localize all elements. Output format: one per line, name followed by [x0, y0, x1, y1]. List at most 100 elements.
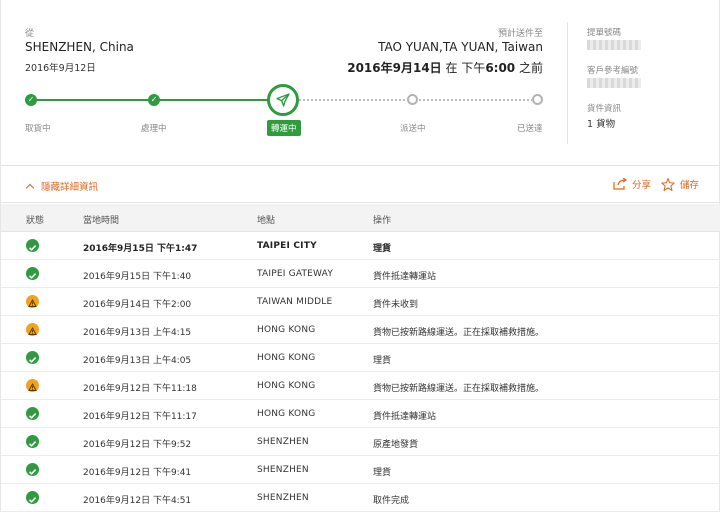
row-location: SHENZHEN — [257, 465, 309, 475]
step-processing-check-icon: ✓ — [148, 94, 160, 106]
origin-city: SHENZHEN, China — [25, 40, 134, 54]
waybill-number-redacted — [587, 40, 641, 50]
share-button[interactable]: 分享 — [613, 177, 651, 191]
step-label-delivery: 派送中 — [400, 124, 426, 134]
origin-date: 2016年9月12日 — [25, 63, 96, 74]
table-row: 2016年9月12日 下午9:52 SHENZHEN 原產地發貨 — [1, 428, 720, 456]
step-label-pickup: 取貨中 — [25, 124, 51, 134]
tracking-history-table: 狀態 當地時間 地點 操作 2016年9月15日 下午1:47 TAIPEI CI… — [1, 204, 720, 512]
step-transit-plane-icon — [267, 84, 299, 116]
warning-icon — [26, 295, 39, 308]
row-action: 貨件未收到 — [373, 300, 419, 310]
row-time: 2016年9月12日 下午9:52 — [83, 440, 192, 450]
row-location: HONG KONG — [257, 353, 316, 363]
row-location: HONG KONG — [257, 381, 316, 391]
table-header: 狀態 當地時間 地點 操作 — [1, 204, 720, 232]
row-action: 理貨 — [373, 468, 392, 478]
save-label: 儲存 — [679, 180, 699, 191]
row-action: 理貨 — [373, 244, 392, 254]
check-circle-icon — [26, 491, 39, 504]
eta-date: 2016年9月14日 — [347, 61, 442, 75]
customer-ref-label: 客戶參考編號 — [587, 66, 639, 76]
row-action: 貨物已按新路線運送。正在採取補救措施。 — [373, 328, 545, 338]
tracking-panel: 從 SHENZHEN, China 2016年9月12日 預計送件至 TAO Y… — [0, 0, 720, 512]
table-row: 2016年9月14日 下午2:00 TAIWAN MIDDLE 貨件未收到 — [1, 288, 720, 316]
header-location: 地點 — [257, 216, 276, 226]
row-action: 貨物已按新路線運送。正在採取補救措施。 — [373, 384, 545, 394]
row-time: 2016年9月14日 下午2:00 — [83, 300, 192, 310]
table-row: 2016年9月15日 下午1:47 TAIPEI CITY 理貨 — [1, 232, 720, 260]
header-time: 當地時間 — [83, 216, 120, 226]
details-toolbar: 隱藏詳細資訊 分享 儲存 — [1, 167, 720, 203]
row-location: TAIPEI GATEWAY — [257, 269, 334, 279]
vertical-divider — [567, 22, 568, 144]
step-pickup-check-icon: ✓ — [25, 94, 37, 106]
row-time: 2016年9月12日 下午9:41 — [83, 468, 192, 478]
eta-time: 6:00 — [485, 61, 516, 75]
step-delivered-pending-icon — [532, 94, 543, 105]
table-row: 2016年9月12日 下午4:51 SHENZHEN 取件完成 — [1, 484, 720, 512]
progress-line-pending — [299, 99, 537, 101]
table-row: 2016年9月13日 上午4:05 HONG KONG 理貨 — [1, 344, 720, 372]
row-action: 取件完成 — [373, 496, 410, 506]
row-location: SHENZHEN — [257, 493, 309, 503]
row-action: 原產地發貨 — [373, 440, 419, 450]
eta-mid: 在 下午 — [441, 61, 486, 75]
check-circle-icon — [26, 463, 39, 476]
check-circle-icon — [26, 407, 39, 420]
shipment-side-info: 提單號碼 客戶參考編號 貨件資訊 1 貨物 — [587, 26, 707, 130]
row-time: 2016年9月13日 上午4:05 — [83, 356, 192, 366]
destination-city: TAO YUAN,TA YUAN, Taiwan — [378, 40, 543, 54]
destination-label: 預計送件至 — [497, 29, 543, 39]
row-action: 貨件抵達轉運站 — [373, 412, 437, 422]
share-icon — [613, 178, 627, 190]
row-time: 2016年9月12日 下午11:17 — [83, 412, 197, 422]
check-circle-icon — [26, 239, 39, 252]
table-row: 2016年9月13日 上午4:15 HONG KONG 貨物已按新路線運送。正在採取… — [1, 316, 720, 344]
customer-ref-redacted — [587, 78, 641, 88]
hide-details-label: 隱藏詳細資訊 — [41, 182, 99, 193]
check-circle-icon — [26, 435, 39, 448]
row-location: TAIWAN MIDDLE — [257, 297, 333, 307]
star-icon — [661, 177, 675, 191]
row-action: 貨件抵達轉運站 — [373, 272, 437, 282]
table-row: 2016年9月12日 下午11:18 HONG KONG 貨物已按新路線運送。正在採… — [1, 372, 720, 400]
row-location: HONG KONG — [257, 409, 316, 419]
row-location: HONG KONG — [257, 325, 316, 335]
waybill-label: 提單號碼 — [587, 28, 622, 38]
shipment-info-value: 1 貨物 — [587, 119, 616, 130]
row-time: 2016年9月12日 下午11:18 — [83, 384, 197, 394]
step-label-delivered: 已送達 — [517, 124, 543, 134]
save-button[interactable]: 儲存 — [661, 177, 699, 191]
warning-icon — [26, 323, 39, 336]
header-action: 操作 — [373, 216, 392, 226]
shipment-summary: 從 SHENZHEN, China 2016年9月12日 預計送件至 TAO Y… — [1, 0, 720, 166]
check-circle-icon — [26, 351, 39, 364]
row-time: 2016年9月13日 上午4:15 — [83, 328, 192, 338]
row-time: 2016年9月15日 下午1:40 — [83, 272, 192, 282]
toolbar-actions: 分享 儲存 — [603, 177, 699, 191]
chevron-up-icon — [25, 183, 35, 192]
step-delivery-pending-icon — [407, 94, 418, 105]
estimated-delivery: 2016年9月14日 在 下午6:00 之前 — [347, 59, 543, 76]
header-status: 狀態 — [26, 216, 45, 226]
row-time: 2016年9月12日 下午4:51 — [83, 496, 192, 506]
step-label-transit: 轉運中 — [267, 120, 301, 136]
hide-details-toggle[interactable]: 隱藏詳細資訊 — [25, 179, 98, 193]
step-label-processing: 處理中 — [141, 124, 167, 134]
row-time: 2016年9月15日 下午1:47 — [83, 244, 198, 254]
table-body: 2016年9月15日 下午1:47 TAIPEI CITY 理貨 2016年9月15日… — [1, 232, 720, 512]
table-row: 2016年9月12日 下午11:17 HONG KONG 貨件抵達轉運站 — [1, 400, 720, 428]
warning-icon — [26, 379, 39, 392]
shipment-info-label: 貨件資訊 — [587, 104, 622, 114]
row-action: 理貨 — [373, 356, 392, 366]
progress-tracker: ✓ ✓ 取貨中 處理中 轉運中 派送中 已送達 — [1, 80, 561, 140]
check-circle-icon — [26, 267, 39, 280]
table-row: 2016年9月15日 下午1:40 TAIPEI GATEWAY 貨件抵達轉運站 — [1, 260, 720, 288]
origin-label: 從 — [25, 29, 35, 39]
eta-suffix: 之前 — [515, 61, 543, 75]
table-row: 2016年9月12日 下午9:41 SHENZHEN 理貨 — [1, 456, 720, 484]
row-location: TAIPEI CITY — [257, 241, 317, 251]
share-label: 分享 — [631, 180, 651, 191]
row-location: SHENZHEN — [257, 437, 309, 447]
